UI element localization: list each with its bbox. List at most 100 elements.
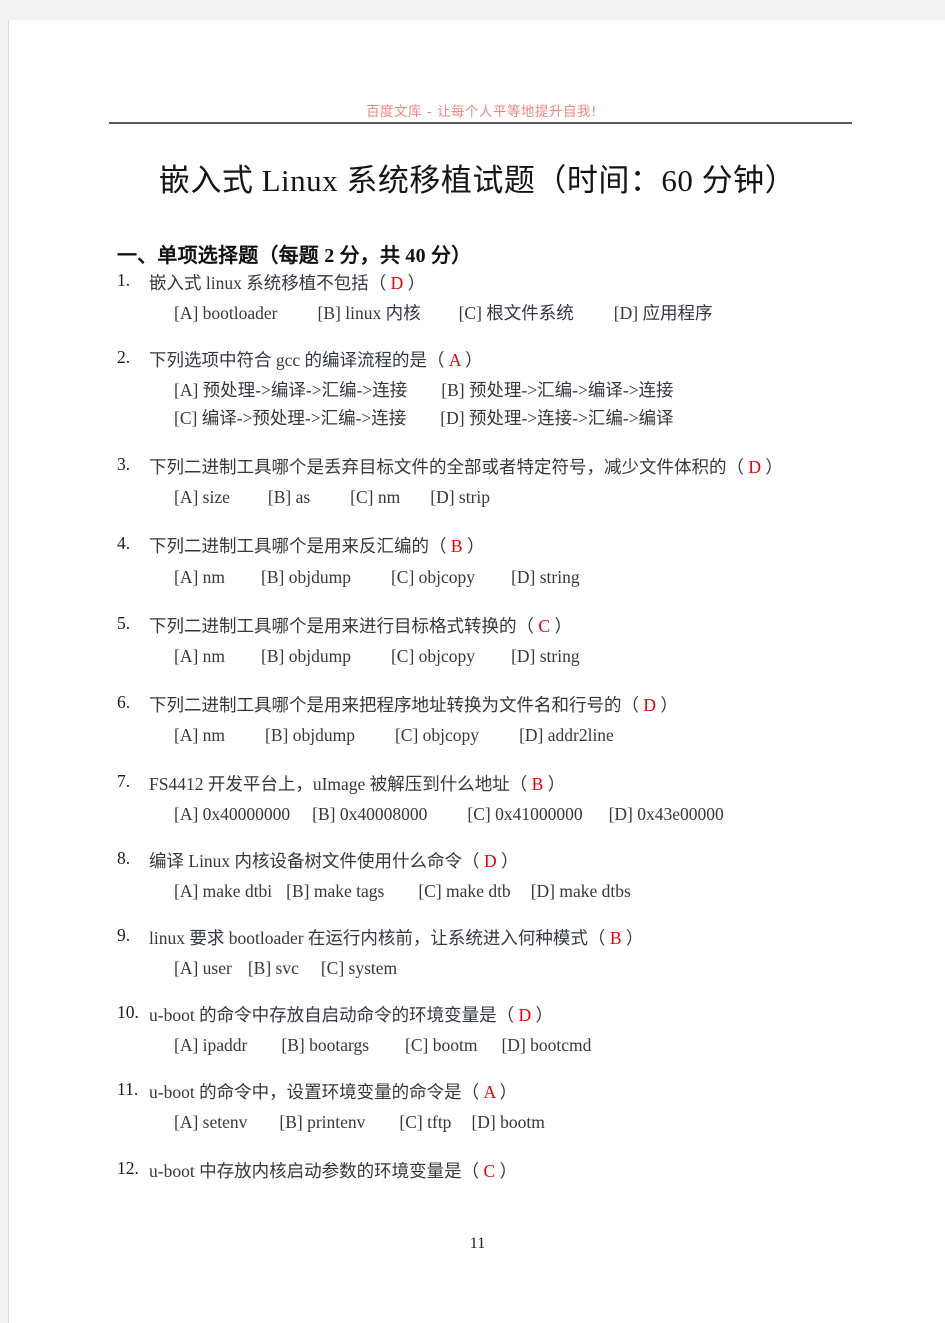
question-stem-text: u-boot 的命令中存放自启动命令的环境变量是（	[149, 1005, 519, 1026]
question-option: [C] 根文件系统	[458, 303, 574, 324]
question-stem: 下列二进制工具哪个是丢弃目标文件的全部或者特定符号，减少文件体积的（ D ）	[149, 454, 945, 481]
question-list: 1. 嵌入式 linux 系统移植不包括（ D ） [A] bootloader [B…	[9, 270, 945, 1203]
document-page: 百度文库 - 让每个人平等地提升自我! 嵌入式 Linux 系统移植试题（时间：…	[8, 20, 945, 1323]
question-number: 12.	[117, 1158, 139, 1179]
question-number: 9.	[117, 925, 131, 945]
question-stem-text: 下列二进制工具哪个是丢弃目标文件的全部或者特定符号，减少文件体积的（	[149, 457, 749, 478]
question-number: 3.	[117, 454, 131, 475]
question-answer: B	[609, 928, 622, 948]
question-item: 9. linux 要求 bootloader 在运行内核前，让系统进入何种模式（ …	[9, 925, 945, 982]
option-line: [A] 预处理->编译->汇编->连接 [B] 预处理->汇编->编译->连接 [C…	[174, 376, 914, 432]
question-stem: 下列选项中符合 gcc 的编译流程的是（ A ）	[149, 347, 945, 374]
question-item: 1. 嵌入式 linux 系统移植不包括（ D ） [A] bootloader [B…	[9, 270, 945, 327]
question-item: 11. u-boot 的命令中，设置环境变量的命令是（ A ） [A] setenv…	[9, 1079, 945, 1136]
header-divider	[109, 122, 852, 124]
question-option: [D] 预处理->连接->汇编->编译	[440, 408, 674, 429]
question-number: 1.	[117, 270, 131, 290]
question-number: 8.	[117, 847, 131, 868]
question-stem-text: FS4412 开发平台上，uImage 被解压到什么地址（	[149, 773, 532, 794]
question-options: [A] user [B] svc [C] system	[149, 954, 945, 982]
question-options: [A] setenv [B] printenv [C] tftp [D] bootm	[149, 1108, 945, 1136]
question-option: [B] printenv	[279, 1112, 366, 1133]
question-stem: 下列二进制工具哪个是用来进行目标格式转换的（ C ）	[149, 613, 945, 640]
question-answer: B	[531, 773, 544, 794]
baidu-wenku-watermark: 百度文库 - 让每个人平等地提升自我!	[366, 104, 597, 120]
question-option: [A] size	[174, 487, 230, 508]
question-stem: FS4412 开发平台上，uImage 被解压到什么地址（ B ）	[149, 771, 945, 798]
question-option: [B] make tags	[286, 881, 385, 901]
question-stem-close: ）	[531, 1005, 553, 1026]
question-option: [C] tftp	[399, 1112, 452, 1133]
question-number: 11.	[117, 1079, 139, 1100]
question-stem-close: ）	[550, 615, 572, 636]
question-stem-text: linux 要求 bootloader 在运行内核前，让系统进入何种模式（	[149, 928, 610, 948]
question-stem-close: ）	[761, 457, 783, 478]
question-option: [C] objcopy	[394, 724, 480, 745]
question-option: [D] make dtbs	[530, 881, 631, 901]
question-answer: C	[483, 1161, 496, 1182]
question-option: [C] 0x41000000	[467, 803, 583, 824]
question-options: [A] nm [B] objdump [C] objcopy [D] addr2lin…	[149, 721, 945, 749]
question-option: [A] bootloader	[174, 303, 278, 324]
question-answer: D	[643, 694, 657, 715]
question-stem: u-boot 中存放内核启动参数的环境变量是（ C ）	[149, 1158, 945, 1185]
page-header: 百度文库 - 让每个人平等地提升自我!	[9, 100, 945, 140]
question-option: [B] objdump	[261, 645, 351, 666]
question-stem: linux 要求 bootloader 在运行内核前，让系统进入何种模式（ B …	[149, 925, 945, 952]
question-option: [B] bootargs	[281, 1035, 370, 1056]
question-option: [D] bootcmd	[501, 1035, 592, 1056]
option-line: [A] setenv [B] printenv [C] tftp [D] bootm	[174, 1108, 945, 1136]
question-stem-close: ）	[462, 536, 485, 557]
question-answer: C	[538, 615, 551, 636]
question-answer: A	[448, 350, 461, 371]
question-number: 2.	[117, 347, 131, 368]
question-option: [B] linux 内核	[317, 303, 421, 324]
question-stem-close: ）	[495, 1082, 518, 1103]
question-answer: D	[483, 850, 497, 871]
option-line: [A] nm [B] objdump [C] objcopy [D] string	[174, 642, 945, 670]
question-options: [A] ipaddr [B] bootargs [C] bootm [D] bootc…	[149, 1031, 945, 1059]
question-options: [A] nm [B] objdump [C] objcopy [D] string	[149, 563, 945, 591]
question-option: [D] addr2line	[519, 724, 614, 745]
question-number: 4.	[117, 533, 131, 554]
question-stem: 下列二进制工具哪个是用来把程序地址转换为文件名和行号的（ D ）	[149, 692, 945, 719]
question-answer: A	[483, 1082, 496, 1103]
question-option: [A] 预处理->编译->汇编->连接	[174, 380, 408, 401]
question-answer: D	[518, 1005, 532, 1026]
question-option: [C] objcopy	[390, 645, 476, 666]
option-line: [A] user [B] svc [C] system	[174, 954, 945, 982]
question-option: [B] as	[267, 487, 311, 508]
question-stem: 下列二进制工具哪个是用来反汇编的（ B ）	[149, 533, 945, 560]
question-option: [C] system	[320, 958, 398, 979]
page-title: 嵌入式 Linux 系统移植试题（时间：60 分钟）	[158, 163, 797, 198]
question-options: [A] bootloader [B] linux 内核 [C] 根文件系统 [D] 应…	[149, 299, 945, 327]
question-option: [A] setenv	[174, 1112, 248, 1133]
question-option: [A] ipaddr	[174, 1035, 248, 1056]
question-stem: 编译 Linux 内核设备树文件使用什么命令（ D ）	[149, 848, 945, 875]
question-item: 12. u-boot 中存放内核启动参数的环境变量是（ C ）	[9, 1158, 945, 1185]
question-option: [C] objcopy	[390, 566, 476, 587]
question-item: 10. u-boot 的命令中存放自启动命令的环境变量是（ D ） [A] ipad…	[9, 1002, 945, 1059]
option-line: [A] ipaddr [B] bootargs [C] bootm [D] bootc…	[174, 1031, 945, 1059]
question-item: 2. 下列选项中符合 gcc 的编译流程的是（ A ） [A] 预处理->编译->汇…	[9, 347, 945, 432]
option-line: [A] size [B] as [C] nm [D] strip	[174, 483, 945, 511]
option-line: [A] nm [B] objdump [C] objcopy [D] addr2lin…	[174, 721, 945, 749]
question-stem-close: ）	[543, 773, 566, 794]
question-option: [C] make dtb	[418, 881, 511, 901]
question-number: 6.	[117, 691, 131, 712]
question-item: 7. FS4412 开发平台上，uImage 被解压到什么地址（ B ） [A] 0…	[9, 771, 945, 828]
option-line: [A] 0x40000000 [B] 0x40008000 [C] 0x410000…	[174, 800, 945, 828]
question-stem: u-boot 的命令中存放自启动命令的环境变量是（ D ）	[149, 1002, 945, 1029]
question-item: 4. 下列二进制工具哪个是用来反汇编的（ B ） [A] nm [B] objdump…	[9, 533, 945, 590]
question-item: 8. 编译 Linux 内核设备树文件使用什么命令（ D ） [A] make dt…	[9, 848, 945, 905]
question-stem-text: u-boot 的命令中，设置环境变量的命令是（	[149, 1082, 484, 1103]
question-option: [B] objdump	[261, 566, 351, 587]
page-number: 11	[469, 1235, 486, 1252]
question-option: [B] 预处理->汇编->编译->连接	[441, 380, 674, 401]
question-stem-text: 下列二进制工具哪个是用来把程序地址转换为文件名和行号的（	[149, 694, 644, 715]
question-stem-text: 嵌入式 linux 系统移植不包括（	[149, 273, 391, 293]
question-option: [A] 0x40000000	[174, 803, 291, 824]
section-heading: 一、单项选择题（每题 2 分，共 40 分）	[117, 245, 472, 267]
question-options: [A] 0x40000000 [B] 0x40008000 [C] 0x410000…	[149, 800, 945, 828]
question-item: 3. 下列二进制工具哪个是丢弃目标文件的全部或者特定符号，减少文件体积的（ D ）…	[9, 454, 945, 511]
